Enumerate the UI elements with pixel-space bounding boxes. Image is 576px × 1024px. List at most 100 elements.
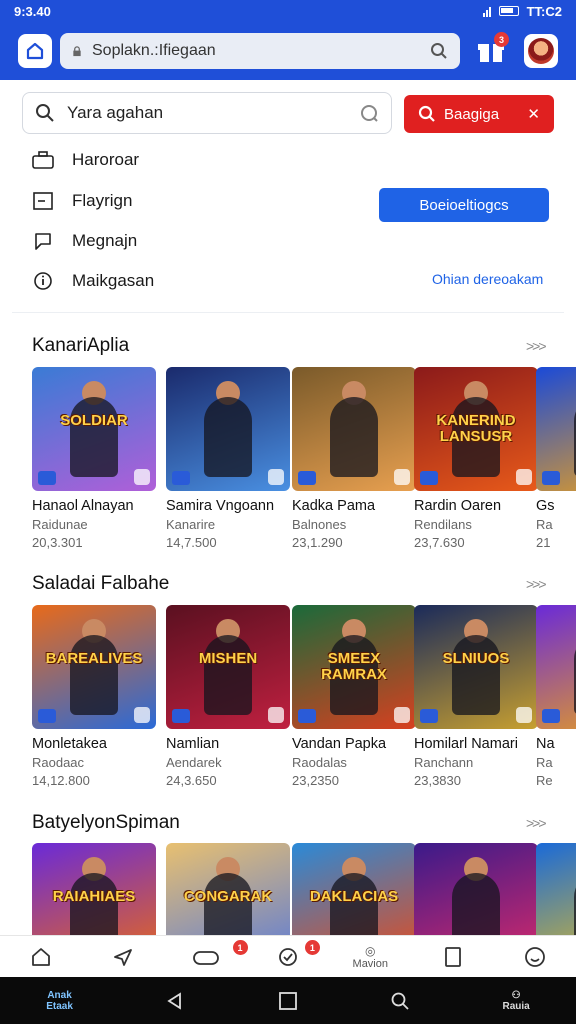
download-count: 23,3830 [414, 773, 461, 788]
nav-games[interactable]: 1 [165, 936, 248, 977]
game-thumbnail [292, 367, 416, 491]
game-category: Ranchann [414, 755, 474, 770]
more-arrow[interactable]: >>> [526, 815, 546, 831]
game-category: Raodaac [32, 755, 85, 770]
back-icon[interactable] [165, 991, 185, 1011]
game-name: Hanaol Alnayan [32, 498, 134, 514]
top-app-bar: Soplakn.:Ifiegaan 3 [0, 22, 576, 80]
game-card[interactable]: Gs Ra 21 [536, 367, 576, 550]
game-card[interactable]: SOLDIAR Hanaol Alnayan Raidunae 20,3.301 [32, 367, 156, 550]
see-all-link[interactable]: Ohian dereoakam [432, 271, 543, 287]
download-count: 20,3.301 [32, 535, 83, 550]
download-count: Re [536, 773, 553, 788]
search-query: Yara agahan [67, 103, 164, 122]
platform-icon [394, 707, 410, 723]
game-thumbnail [536, 367, 576, 491]
status-time: 9:3.40 [14, 3, 51, 19]
game-thumbnail: KANERIND LANSUSR [414, 367, 538, 491]
game-card[interactable]: Samira Vngoann Kanarire 14,7.500 [166, 367, 290, 550]
briefcase-icon [32, 149, 54, 171]
search-icon[interactable] [390, 991, 410, 1011]
nav-badge: 1 [232, 940, 248, 955]
menu-item-3[interactable]: Maikgasan [32, 270, 154, 292]
account-shortcut[interactable]: ⚇ Rauia [503, 990, 530, 1012]
nav-profile[interactable] [494, 936, 576, 977]
home-button[interactable] [18, 34, 52, 68]
game-art-title: KANERIND LANSUSR [436, 412, 516, 445]
download-count: 23,7.630 [414, 535, 465, 550]
card-icon [32, 190, 54, 212]
status-right-time: TT:C2 [526, 3, 562, 19]
address-bar[interactable]: Soplakn.:Ifiegaan [60, 33, 460, 69]
platform-icon [516, 469, 532, 485]
game-thumbnail: SOLDIAR [32, 367, 156, 491]
game-name: Samira Vngoann [166, 498, 275, 514]
game-name: Gs [536, 498, 555, 514]
info-icon [32, 270, 54, 292]
game-name: Monletakea [32, 736, 107, 752]
download-count: 21 [536, 535, 551, 550]
download-count: 14,7.500 [166, 535, 217, 550]
menu-item-2[interactable]: Megnajn [32, 230, 137, 252]
publisher-icon [298, 471, 316, 485]
download-count: 23,1.290 [292, 535, 343, 550]
game-category: Raodalas [292, 755, 347, 770]
search-icon [36, 104, 54, 122]
nav-label: Mavion [352, 957, 388, 970]
close-icon[interactable]: ✕ [527, 105, 540, 123]
publisher-icon [298, 709, 316, 723]
home-icon [32, 947, 51, 966]
game-card[interactable]: MISHEN Namlian Aendarek 24,3.650 [166, 605, 290, 788]
publisher-icon [542, 709, 560, 723]
game-card[interactable]: SLNIUOS Homilarl Namari Ranchann 23,3830 [414, 605, 538, 788]
apps-shortcut[interactable]: Anak Etaak [46, 990, 73, 1012]
download-count: 24,3.650 [166, 773, 217, 788]
refresh-icon[interactable] [359, 103, 379, 123]
avatar-image [528, 38, 554, 64]
more-arrow[interactable]: >>> [526, 576, 546, 592]
smile-icon [524, 946, 545, 967]
battery-icon [498, 6, 519, 16]
character-figure [70, 397, 118, 477]
apps-sublabel: Etaak [46, 1000, 73, 1012]
publisher-icon [420, 709, 438, 723]
platform-icon [394, 469, 410, 485]
search-button[interactable]: Baagiga ✕ [404, 95, 554, 133]
url-text: Soplakn.:Ifiegaan [92, 42, 216, 59]
menu-item-0[interactable]: Haroroar [32, 149, 139, 171]
game-card[interactable]: BAREALIVES Monletakea Raodaac 14,12.800 [32, 605, 156, 788]
game-art-title: DAKLACIAS [309, 888, 399, 905]
platform-icon [268, 469, 284, 485]
menu-item-label: Flayrign [72, 191, 133, 210]
nav-messages[interactable]: 1 [247, 936, 329, 977]
search-input[interactable]: Yara agahan [22, 92, 392, 134]
more-arrow[interactable]: >>> [526, 338, 546, 354]
system-nav-bar: Anak Etaak ⚇ Rauia [0, 977, 576, 1024]
platform-icon [268, 707, 284, 723]
search-icon[interactable] [430, 42, 448, 60]
menu-item-label: Megnajn [72, 231, 138, 250]
gift-badge: 3 [494, 32, 509, 47]
gift-button[interactable]: 3 [476, 32, 509, 66]
game-name: Na [536, 736, 555, 752]
menu-item-1[interactable]: Flayrign [32, 190, 132, 212]
avatar[interactable] [524, 34, 558, 68]
nav-library[interactable] [411, 936, 493, 977]
game-card[interactable]: Kadka Pama Balnones 23,1.290 [292, 367, 416, 550]
primary-action-button[interactable]: Boeioeltiogcs [379, 188, 549, 222]
chat-heart-icon [279, 947, 297, 966]
game-category: Balnones [292, 517, 347, 532]
game-thumbnail: MISHEN [166, 605, 290, 729]
download-count: 14,12.800 [32, 773, 90, 788]
nav-home[interactable] [0, 936, 82, 977]
home-square-icon[interactable] [278, 991, 298, 1011]
game-thumbnail: SMEEX RAMRAX [292, 605, 416, 729]
game-card[interactable]: KANERIND LANSUSR Rardin Oaren Rendilans 23,… [414, 367, 538, 550]
game-card[interactable]: Na Ra Re [536, 605, 576, 788]
game-name: Homilarl Namari [414, 736, 518, 752]
nav-rewards[interactable]: ◎ Mavion [329, 936, 411, 977]
game-card[interactable]: SMEEX RAMRAX Vandan Papka Raodalas 23,2350 [292, 605, 416, 788]
download-count: 23,2350 [292, 773, 339, 788]
nav-explore[interactable] [82, 936, 164, 977]
game-art-title: RAIAHIAES [52, 888, 136, 905]
